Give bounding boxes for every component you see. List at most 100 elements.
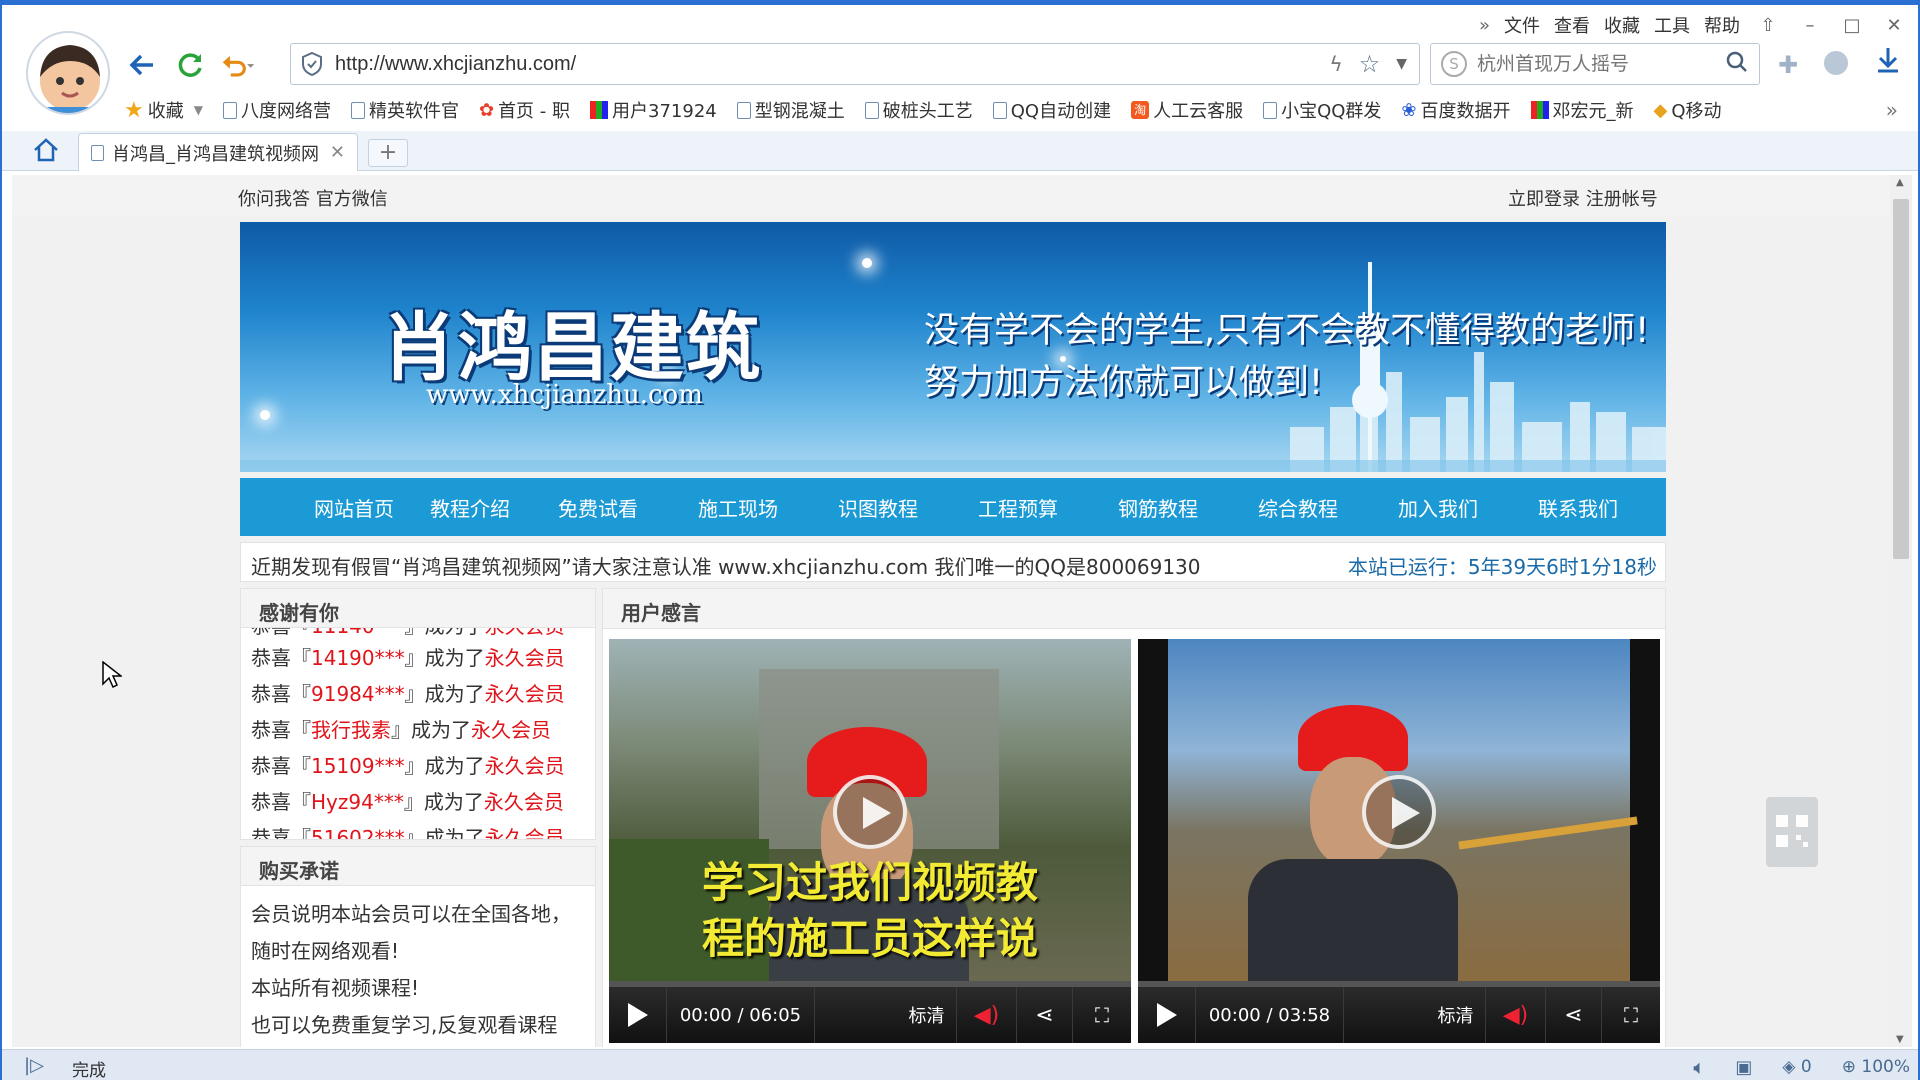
star-icon[interactable]: ☆: [1359, 50, 1381, 78]
home-icon[interactable]: [32, 137, 60, 167]
video-controls: 00:00 / 06:05 标清 ◀) ⋖ ⛶: [609, 987, 1131, 1043]
play-overlay-icon[interactable]: [833, 775, 907, 849]
play-icon: [1156, 1003, 1177, 1027]
chat-icon[interactable]: [1824, 51, 1848, 75]
download-icon[interactable]: [1874, 45, 1902, 79]
search-box: S: [1430, 43, 1760, 85]
site-logo[interactable]: 肖鸿昌建筑: [382, 288, 762, 395]
nav-home[interactable]: 网站首页: [296, 493, 412, 522]
tab-active[interactable]: 肖鸿昌_肖鸿昌建筑视频网 ✕: [78, 133, 358, 171]
favorites-dropdown-icon: ▼: [193, 103, 203, 117]
bookmark-label: 邓宏元_新: [1552, 101, 1634, 122]
play-button[interactable]: [1138, 987, 1196, 1043]
site-domain-text: www.xhcjianzhu.com: [426, 380, 703, 410]
search-icon[interactable]: [1725, 50, 1749, 78]
nav-general[interactable]: 综合教程: [1228, 493, 1368, 522]
bookmark-3[interactable]: 用户371924: [590, 97, 717, 123]
menu-favorites[interactable]: 收藏: [1604, 12, 1640, 38]
vertical-scrollbar[interactable]: ▲ ▼: [1890, 175, 1912, 1047]
zoom-control[interactable]: ⊕ 100%: [1842, 1057, 1910, 1077]
qr-code-float[interactable]: [1766, 797, 1818, 867]
skin-icon[interactable]: ⇧: [1754, 15, 1782, 36]
quality-button[interactable]: 标清: [1426, 987, 1486, 1043]
play-overlay-icon[interactable]: [1362, 775, 1436, 849]
scroll-down-icon[interactable]: ▼: [1896, 1034, 1904, 1045]
shield-icon: [302, 51, 322, 77]
bookmark-5[interactable]: 破桩头工艺: [864, 97, 973, 123]
share-icon[interactable]: ⋖: [1546, 987, 1602, 1043]
promise-line: 本站所有视频课程!: [251, 976, 420, 1000]
fullscreen-icon[interactable]: ⛶: [1073, 987, 1131, 1043]
promise-line: 随时在网络观看!: [251, 939, 400, 963]
bookmark-11[interactable]: ◆ Q移动: [1654, 97, 1722, 123]
scroll-thumb[interactable]: [1893, 199, 1909, 559]
minimize-button[interactable]: –: [1796, 15, 1824, 36]
favorites-button[interactable]: ★ 收藏 ▼: [124, 97, 203, 123]
address-dropdown-icon[interactable]: ▼: [1396, 56, 1407, 72]
bookmark-8[interactable]: 小宝QQ群发: [1263, 97, 1381, 123]
quality-button[interactable]: 标清: [897, 987, 957, 1043]
topbar-login-links[interactable]: 立即登录 注册帐号: [1508, 185, 1658, 211]
sidebar-toggle-icon[interactable]: |▷: [24, 1055, 44, 1076]
menu-help[interactable]: 帮助: [1704, 12, 1740, 38]
left-column: 感谢有你 恭喜『11140***』成为了永久会员 恭喜『14190***』成为了…: [240, 588, 596, 1047]
volume-icon[interactable]: 🔈︎: [1693, 1055, 1705, 1079]
nav-course-intro[interactable]: 教程介绍: [412, 493, 528, 522]
favorites-label: 收藏: [147, 101, 184, 122]
user-avatar[interactable]: [26, 31, 110, 115]
bookmarks-more-icon[interactable]: »: [1886, 98, 1898, 122]
video-time: 00:00 / 06:05: [667, 987, 815, 1043]
bookmark-1[interactable]: 精英软件官: [350, 97, 459, 123]
maximize-button[interactable]: □: [1838, 15, 1866, 36]
nav-contact[interactable]: 联系我们: [1508, 493, 1648, 522]
refresh-button[interactable]: [172, 47, 208, 83]
new-tab-button[interactable]: +: [368, 139, 408, 167]
ad-block-badge[interactable]: ◈ 0: [1782, 1057, 1811, 1077]
search-input[interactable]: [1477, 53, 1725, 75]
bookmark-0[interactable]: 八度网络营: [222, 97, 331, 123]
nav-free-trial[interactable]: 免费试看: [528, 493, 668, 522]
page-icon: [864, 101, 879, 119]
bookmark-6[interactable]: QQ自动创建: [992, 97, 1111, 123]
bookmark-9[interactable]: ❀ 百度数据开: [1401, 97, 1510, 123]
url-text[interactable]: http://www.xhcjianzhu.com/: [335, 53, 1330, 76]
back-button[interactable]: [124, 47, 160, 83]
video-caption-2: 程的施工员这样说: [701, 914, 1038, 963]
share-icon[interactable]: ⋖: [1017, 987, 1073, 1043]
bookmark-7[interactable]: 淘人工云客服: [1131, 97, 1243, 123]
back-arrow-icon: [129, 54, 153, 76]
mute-icon[interactable]: ◀): [957, 987, 1017, 1043]
lightning-icon[interactable]: ϟ: [1330, 52, 1343, 76]
topbar-left-links[interactable]: 你问我答 官方微信: [238, 185, 388, 211]
scroll-up-icon[interactable]: ▲: [1896, 177, 1904, 188]
nav-drawing-tutorial[interactable]: 识图教程: [808, 493, 948, 522]
nav-budget[interactable]: 工程预算: [948, 493, 1088, 522]
address-bar[interactable]: http://www.xhcjianzhu.com/ ϟ ☆ ▼: [290, 43, 1420, 85]
toolbox-icon[interactable]: ▣: [1735, 1057, 1752, 1078]
close-window-button[interactable]: ✕: [1880, 15, 1908, 36]
menu-view[interactable]: 查看: [1554, 12, 1590, 38]
baidu-paw-icon: ❀: [1401, 99, 1417, 121]
bookmark-label: 百度数据开: [1420, 101, 1511, 122]
fullscreen-icon[interactable]: ⛶: [1602, 987, 1660, 1043]
search-engine-icon[interactable]: S: [1441, 51, 1467, 77]
menu-tools[interactable]: 工具: [1654, 12, 1690, 38]
menu-expand-icon[interactable]: »: [1479, 15, 1490, 36]
extensions-icon[interactable]: ✚: [1778, 51, 1798, 79]
video-player-2[interactable]: 00:00 / 03:58 标清 ◀) ⋖ ⛶: [1138, 639, 1660, 1043]
slogan-line-2: 努力加方法你就可以做到!: [924, 363, 1324, 403]
menu-file[interactable]: 文件: [1504, 12, 1540, 38]
tab-close-icon[interactable]: ✕: [330, 142, 345, 163]
play-button[interactable]: [609, 987, 667, 1043]
undo-close-button[interactable]: [220, 47, 256, 83]
bookmark-2[interactable]: ✿ 首页 - 职: [479, 97, 570, 123]
nav-rebar[interactable]: 钢筋教程: [1088, 493, 1228, 522]
video-player-1[interactable]: 学习过我们视频教 程的施工员这样说 00:00 / 06:05 标清 ◀) ⋖ …: [609, 639, 1131, 1043]
bookmark-10[interactable]: 邓宏元_新: [1530, 97, 1634, 123]
bookmark-4[interactable]: 型钢混凝土: [736, 97, 845, 123]
mute-icon[interactable]: ◀): [1486, 987, 1546, 1043]
nav-join-us[interactable]: 加入我们: [1368, 493, 1508, 522]
nav-construction-site[interactable]: 施工现场: [668, 493, 808, 522]
favorites-star-icon: ★: [124, 97, 144, 123]
thanks-item: 恭喜『11140***』成为了永久会员: [251, 628, 565, 639]
